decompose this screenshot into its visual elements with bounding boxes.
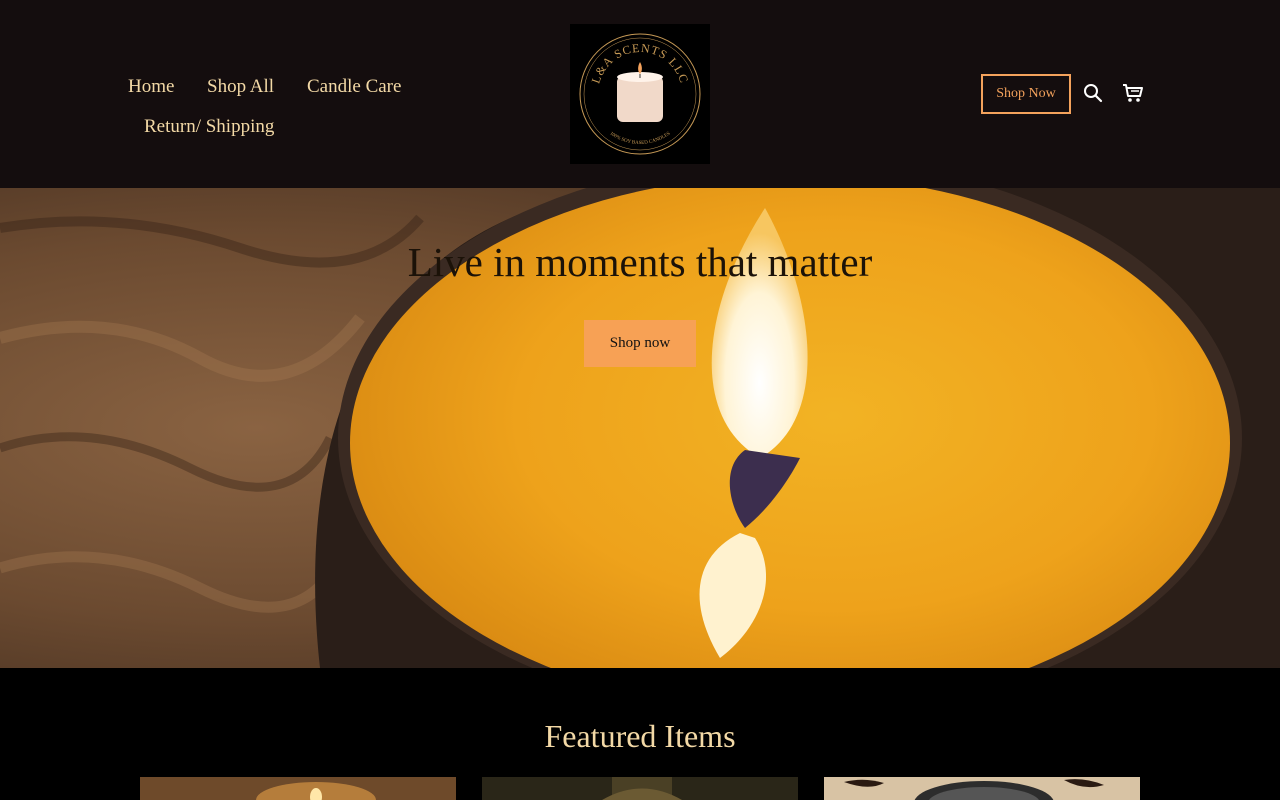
product-card[interactable] [482, 777, 798, 800]
hero-banner: Live in moments that matter Shop now [0, 188, 1280, 668]
product-card[interactable] [824, 777, 1140, 800]
logo-ring-text: 100% SOY BASED CANDLES [609, 131, 672, 146]
nav-item-return-shipping[interactable]: Return/ Shipping [144, 116, 274, 138]
nav-item-shop-all[interactable]: Shop All [207, 76, 274, 98]
site-header: Home Shop All Candle Care Return/ Shippi… [0, 0, 1280, 188]
cart-icon[interactable] [1122, 82, 1144, 104]
hero-shop-now-button[interactable]: Shop now [584, 320, 696, 367]
hero-title: Live in moments that matter [407, 239, 873, 285]
site-logo[interactable]: L&A SCENTS LLC 100% SOY BASED CANDLES [570, 24, 710, 164]
header-shop-now-button[interactable]: Shop Now [981, 74, 1071, 114]
featured-title: Featured Items [544, 718, 736, 754]
search-icon[interactable] [1082, 82, 1104, 104]
nav-item-home[interactable]: Home [128, 76, 174, 98]
product-card[interactable] [140, 777, 456, 800]
svg-text:100% SOY BASED CANDLES: 100% SOY BASED CANDLES [609, 131, 672, 146]
nav-item-candle-care[interactable]: Candle Care [307, 76, 401, 98]
